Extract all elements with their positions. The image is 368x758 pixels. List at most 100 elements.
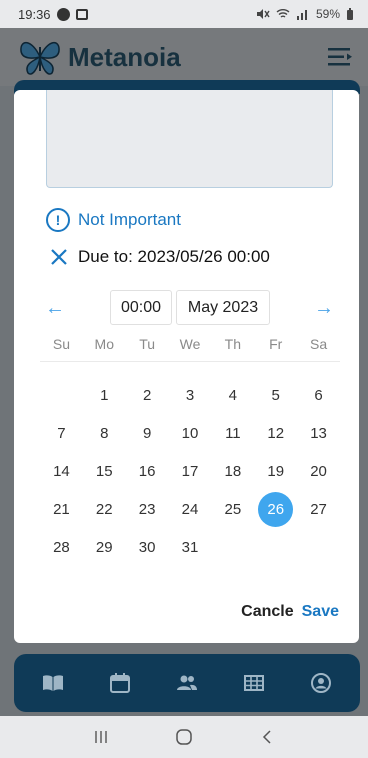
time-selector[interactable]: 00:00 — [110, 290, 172, 325]
day-number: 15 — [95, 462, 113, 480]
nav-account-button[interactable] — [306, 668, 336, 698]
prev-month-button[interactable]: ← — [44, 297, 66, 319]
day-number: 8 — [100, 424, 109, 442]
empty-day-cell — [297, 528, 340, 566]
app-title: Metanoia — [68, 41, 181, 72]
calendar-days-grid: 1 2 3 4 5 6 7 8 9 10 11 12 13 14 15 16 17 18 19 20 21 22 23 24 2… — [40, 376, 340, 566]
battery-percent: 59% — [315, 7, 340, 21]
dialog-actions: Cancle Save — [241, 603, 339, 621]
day-cell[interactable]: 17 — [169, 452, 212, 490]
day-number: 6 — [314, 386, 323, 404]
day-number: 1 — [100, 386, 109, 404]
recent-apps-button[interactable] — [86, 722, 116, 752]
day-cell[interactable]: 14 — [40, 452, 83, 490]
weekday-label: Su — [52, 336, 70, 352]
day-cell[interactable]: 2 — [126, 376, 169, 414]
butterfly-logo-icon — [20, 42, 60, 75]
weekday-label: Sa — [310, 336, 328, 352]
day-cell[interactable]: 31 — [169, 528, 212, 566]
cancel-button[interactable]: Cancle — [241, 603, 293, 621]
empty-day-cell — [40, 376, 83, 414]
save-button[interactable]: Save — [302, 603, 339, 621]
day-number: 9 — [142, 424, 152, 442]
status-left: 19:36 — [18, 7, 88, 22]
day-cell[interactable]: 1 — [83, 376, 126, 414]
day-cell[interactable]: 30 — [126, 528, 169, 566]
status-bar: 19:36 59% — [0, 0, 368, 28]
exclamation-circle-icon: ! — [46, 208, 70, 232]
home-button[interactable] — [169, 722, 199, 752]
day-number: 13 — [310, 424, 327, 442]
status-right: 59% — [256, 7, 354, 21]
day-cell[interactable]: 13 — [297, 414, 340, 452]
day-cell[interactable]: 29 — [83, 528, 126, 566]
day-cell[interactable]: 28 — [40, 528, 83, 566]
people-icon — [176, 675, 197, 690]
day-number: 24 — [181, 500, 199, 518]
importance-toggle[interactable]: ! Not Important — [46, 208, 181, 232]
next-month-button[interactable]: → — [313, 297, 335, 319]
wifi-icon — [276, 9, 290, 18]
day-cell[interactable]: 15 — [83, 452, 126, 490]
mute-icon — [256, 9, 270, 19]
day-number: 26 — [258, 491, 294, 527]
day-cell[interactable]: 3 — [169, 376, 212, 414]
day-number: 7 — [57, 424, 66, 442]
day-number: 5 — [271, 386, 280, 404]
day-number: 14 — [53, 462, 70, 480]
back-icon — [262, 730, 271, 744]
notification-icon — [56, 7, 70, 21]
day-cell[interactable]: 7 — [40, 414, 83, 452]
day-cell[interactable]: 23 — [126, 490, 169, 528]
day-cell[interactable]: 18 — [211, 452, 254, 490]
day-cell[interactable]: 19 — [254, 452, 297, 490]
day-cell[interactable]: 20 — [297, 452, 340, 490]
back-button[interactable] — [252, 722, 282, 752]
empty-day-cell — [211, 528, 254, 566]
nav-book-button[interactable] — [38, 668, 68, 698]
due-date-label: Due to: 2023/05/26 00:00 — [78, 247, 270, 266]
day-number: 25 — [224, 500, 242, 518]
clear-due-date-icon[interactable] — [50, 248, 68, 266]
calendar-icon — [110, 673, 131, 693]
selected-day-cell[interactable]: 26 — [254, 490, 297, 528]
recent-apps-icon — [95, 731, 108, 743]
day-number: 21 — [53, 500, 70, 518]
battery-icon — [347, 8, 353, 20]
day-number: 12 — [267, 424, 285, 442]
nav-people-button[interactable] — [172, 668, 202, 698]
weekday-label: We — [179, 336, 201, 352]
menu-icon[interactable] — [326, 45, 354, 69]
table-icon — [243, 675, 264, 691]
day-cell[interactable]: 22 — [83, 490, 126, 528]
app-header: Metanoia — [0, 28, 368, 86]
day-cell[interactable]: 12 — [254, 414, 297, 452]
nav-table-button[interactable] — [239, 668, 269, 698]
day-number: 2 — [142, 386, 152, 404]
day-cell[interactable]: 11 — [211, 414, 254, 452]
day-number: 22 — [95, 500, 113, 518]
weekday-label: Th — [224, 336, 242, 352]
day-number: 3 — [185, 386, 195, 404]
day-cell[interactable]: 21 — [40, 490, 83, 528]
nav-calendar-button[interactable] — [105, 668, 135, 698]
day-cell[interactable]: 8 — [83, 414, 126, 452]
bottom-navigation — [14, 654, 360, 712]
month-selector[interactable]: May 2023 — [176, 290, 270, 325]
day-cell[interactable]: 6 — [297, 376, 340, 414]
weekday-label: Tu — [139, 336, 156, 352]
day-cell[interactable]: 24 — [169, 490, 212, 528]
day-cell[interactable]: 10 — [169, 414, 212, 452]
due-date-row: Due to: 2023/05/26 00:00 — [50, 247, 270, 267]
empty-day-cell — [254, 528, 297, 566]
day-number: 4 — [228, 386, 238, 404]
day-cell[interactable]: 16 — [126, 452, 169, 490]
day-cell[interactable]: 25 — [211, 490, 254, 528]
day-cell[interactable]: 5 — [254, 376, 297, 414]
description-textarea[interactable] — [46, 90, 333, 188]
day-number: 28 — [53, 538, 70, 556]
day-number: 31 — [181, 538, 199, 556]
day-cell[interactable]: 4 — [211, 376, 254, 414]
day-cell[interactable]: 9 — [126, 414, 169, 452]
day-cell[interactable]: 27 — [297, 490, 340, 528]
